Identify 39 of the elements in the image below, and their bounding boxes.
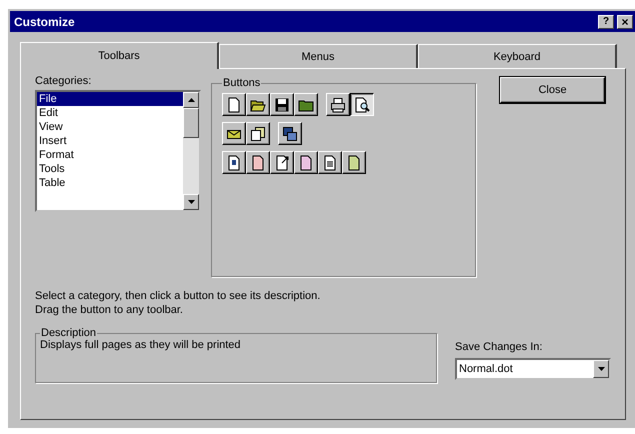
page-icon: [322, 154, 338, 170]
tab[interactable]: Keyboard: [418, 44, 617, 68]
help-button[interactable]: ?: [598, 14, 614, 28]
close-button[interactable]: ×: [617, 14, 633, 28]
hint-text: Drag the button to any toolbar.: [35, 303, 184, 317]
save-changes-dropdown[interactable]: Normal.dot: [455, 358, 611, 380]
list-item[interactable]: Edit: [37, 106, 183, 120]
window-title: Customize: [14, 14, 75, 28]
categories-label: Categories:: [35, 75, 92, 87]
hint-text: Select a category, then click a button to see its description.: [35, 289, 322, 303]
group-label: Buttons: [222, 77, 262, 89]
tab[interactable]: Menus: [219, 44, 418, 68]
page-icon: [226, 96, 242, 112]
categories-list[interactable]: File Edit View Insert Format Tools Table: [35, 90, 201, 212]
toolbar-button[interactable]: [350, 93, 374, 116]
scroll-bar[interactable]: [183, 92, 199, 210]
description-text: Displays full pages as they will be printed: [40, 339, 242, 351]
list-item[interactable]: Insert: [37, 134, 183, 148]
list-item[interactable]: File: [37, 92, 183, 106]
page-arrow-icon: [274, 154, 290, 170]
stacked-pages-icon: [250, 126, 266, 142]
dropdown-arrow-icon: [598, 367, 604, 371]
list-item[interactable]: Table: [37, 176, 183, 190]
tab[interactable]: Toolbars: [20, 42, 219, 69]
list-item[interactable]: Format: [37, 148, 183, 162]
list-item[interactable]: View: [37, 120, 183, 134]
save-changes-label: Save Changes In:: [455, 341, 544, 353]
page-icon: [298, 154, 314, 170]
overlapping-windows-icon: [282, 126, 298, 142]
page-magnifier-icon: [354, 96, 370, 112]
list-item[interactable]: Tools: [37, 162, 183, 176]
group-label: Description: [40, 327, 98, 339]
printer-icon: [330, 96, 346, 112]
page-icon: [346, 154, 362, 170]
page-icon: [226, 154, 242, 170]
page-icon: [250, 154, 266, 170]
up-arrow-icon: [188, 98, 194, 102]
close-button[interactable]: Close: [500, 77, 605, 103]
down-arrow-icon: [188, 200, 194, 204]
